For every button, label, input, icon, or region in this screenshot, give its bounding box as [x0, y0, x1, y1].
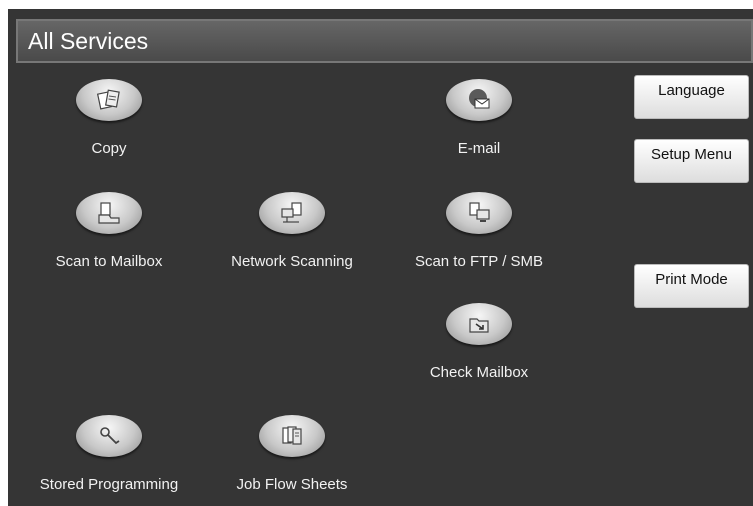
email-icon [446, 79, 512, 121]
page-title: All Services [16, 19, 753, 63]
scan-to-ftp-smb-icon [446, 192, 512, 234]
network-scanning-button[interactable]: Network Scanning [207, 192, 377, 270]
job-flow-sheets-button[interactable]: Job Flow Sheets [207, 415, 377, 493]
check-mailbox-button[interactable]: Check Mailbox [394, 303, 564, 381]
scan-to-ftp-smb-label: Scan to FTP / SMB [414, 253, 544, 270]
check-mailbox-icon [446, 303, 512, 345]
scan-to-mailbox-label: Scan to Mailbox [55, 253, 163, 270]
stored-programming-icon [76, 415, 142, 457]
email-label: E-mail [457, 140, 501, 157]
scan-to-mailbox-button[interactable]: Scan to Mailbox [24, 192, 194, 270]
setup-menu-button[interactable]: Setup Menu [634, 139, 749, 183]
job-flow-sheets-label: Job Flow Sheets [236, 476, 348, 493]
scan-to-ftp-smb-button[interactable]: Scan to FTP / SMB [394, 192, 564, 270]
check-mailbox-label: Check Mailbox [429, 364, 529, 381]
copy-button[interactable]: Copy [24, 79, 194, 157]
stored-programming-label: Stored Programming [39, 476, 179, 493]
job-flow-sheets-icon [259, 415, 325, 457]
all-services-screen: All Services Copy E-mail Scan to Mailbox… [8, 9, 753, 506]
network-scanning-label: Network Scanning [231, 253, 353, 270]
copy-label: Copy [91, 140, 127, 157]
scan-to-mailbox-icon [76, 192, 142, 234]
stored-programming-button[interactable]: Stored Programming [24, 415, 194, 493]
email-button[interactable]: E-mail [394, 79, 564, 157]
language-button[interactable]: Language [634, 75, 749, 119]
copy-icon [76, 79, 142, 121]
print-mode-button[interactable]: Print Mode [634, 264, 749, 308]
network-scanning-icon [259, 192, 325, 234]
